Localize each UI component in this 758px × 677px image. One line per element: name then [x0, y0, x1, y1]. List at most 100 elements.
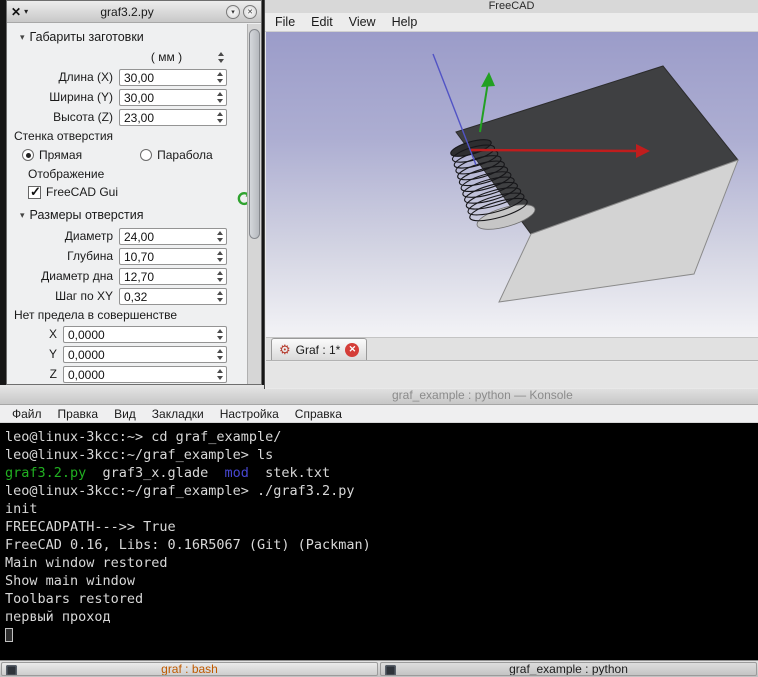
konsole-menu-bookmarks[interactable]: Закладки: [144, 407, 212, 421]
freecad-menu-edit[interactable]: Edit: [303, 15, 341, 29]
offset-z-spinbox[interactable]: 0,0000: [63, 365, 227, 383]
konsole-menu-view[interactable]: Вид: [106, 407, 144, 421]
offset-y-value[interactable]: 0,0000: [64, 347, 213, 362]
document-tab[interactable]: ⚙ Graf : 1* ✕: [271, 338, 368, 360]
freecad-window: FreeCAD File Edit View Help ⚙ Graf : 1* ✕: [264, 0, 758, 389]
freecad-titlebar[interactable]: FreeCAD: [265, 0, 758, 13]
offset-z-decrement-icon[interactable]: [216, 375, 223, 380]
taskbar-item-graf-bash[interactable]: graf : bash: [1, 662, 378, 676]
3d-viewport[interactable]: [266, 32, 758, 337]
offset-y-decrement-icon[interactable]: [216, 355, 223, 360]
bottom-diameter-spinbox[interactable]: 12,70: [119, 267, 227, 285]
dims-section-header[interactable]: ▾ Габариты заготовки: [7, 27, 247, 47]
xy-step-spin-buttons[interactable]: [213, 289, 226, 304]
radio-straight[interactable]: Прямая: [22, 148, 82, 162]
height-z-spinbox[interactable]: 23,00: [119, 108, 227, 126]
offset-z-row: Z 0,0000: [7, 364, 247, 384]
width-y-spin-buttons[interactable]: [213, 90, 226, 105]
offset-x-decrement-icon[interactable]: [216, 335, 223, 340]
length-x-increment-icon[interactable]: [216, 71, 223, 76]
hole-section-header[interactable]: ▾ Размеры отверстия: [7, 204, 247, 226]
terminal-output[interactable]: leo@linux-3kcc:~> cd graf_example/leo@li…: [0, 423, 758, 660]
freecad-menu-view[interactable]: View: [341, 15, 384, 29]
length-x-decrement-icon[interactable]: [216, 78, 223, 83]
diameter-spinbox[interactable]: 24,00: [119, 227, 227, 245]
height-z-decrement-icon[interactable]: [216, 118, 223, 123]
width-y-value[interactable]: 30,00: [120, 90, 213, 105]
diameter-value[interactable]: 24,00: [120, 229, 213, 244]
terminal-line-4: init: [5, 500, 758, 518]
offset-z-value[interactable]: 0,0000: [64, 367, 213, 382]
radio-parabola-label: Парабола: [157, 148, 213, 162]
length-x-spinbox[interactable]: 30,00: [119, 68, 227, 86]
offset-z-increment-icon[interactable]: [216, 368, 223, 373]
bottom-diameter-spin-buttons[interactable]: [213, 269, 226, 284]
terminal-line-3: leo@linux-3kcc:~/graf_example> ./graf3.2…: [5, 482, 758, 500]
tab-close-icon[interactable]: ✕: [345, 342, 360, 357]
height-z-value[interactable]: 23,00: [120, 110, 213, 125]
height-z-increment-icon[interactable]: [216, 111, 223, 116]
expander-down-icon[interactable]: ▾: [20, 32, 25, 43]
height-z-spin-buttons[interactable]: [213, 110, 226, 125]
radio-parabola[interactable]: Парабола: [140, 148, 213, 162]
depth-spinbox[interactable]: 10,70: [119, 247, 227, 265]
terminal-text-segment: graf3_x.glade: [86, 465, 225, 481]
document-tab-label: Graf : 1*: [295, 342, 341, 357]
terminal-text-segment: FREECADPATH--->> True: [5, 519, 176, 535]
width-y-increment-icon[interactable]: [216, 91, 223, 96]
freecad-menu-file[interactable]: File: [267, 15, 303, 29]
offset-x-value[interactable]: 0,0000: [64, 327, 213, 342]
dialog-scrollbar-thumb[interactable]: [249, 29, 260, 239]
xy-step-increment-icon[interactable]: [216, 290, 223, 295]
units-row: ( мм ): [7, 47, 247, 67]
konsole-menu-edit[interactable]: Правка: [50, 407, 107, 421]
minimize-button[interactable]: ▾: [226, 4, 240, 19]
width-y-spinbox[interactable]: 30,00: [119, 88, 227, 106]
offset-x-spin-buttons[interactable]: [213, 327, 226, 342]
length-x-spin-buttons[interactable]: [213, 70, 226, 85]
xy-step-decrement-icon[interactable]: [216, 297, 223, 302]
width-y-decrement-icon[interactable]: [216, 98, 223, 103]
radio-straight-circle[interactable]: [22, 149, 34, 161]
units-label: ( мм ): [150, 50, 183, 64]
bottom-diameter-increment-icon[interactable]: [216, 270, 223, 275]
xyz-rows: X 0,0000 Y 0,0000 Z 0,0000: [7, 324, 247, 384]
units-spin-buttons[interactable]: [214, 51, 227, 63]
offset-y-spin-buttons[interactable]: [213, 347, 226, 362]
depth-decrement-icon[interactable]: [216, 257, 223, 262]
taskbar-item-graf-example-python[interactable]: graf_example : python: [380, 662, 757, 676]
dialog-scrollbar[interactable]: [247, 24, 261, 384]
xy-step-spinbox[interactable]: 0,32: [119, 287, 227, 305]
dialog-body: ▾ Габариты заготовки ( мм ) Длина (X) 30,…: [7, 24, 247, 384]
terminal-text-segment: mod: [224, 465, 249, 481]
decrement-icon[interactable]: [217, 58, 224, 63]
depth-spin-buttons[interactable]: [213, 249, 226, 264]
length-x-value[interactable]: 30,00: [120, 70, 213, 85]
diameter-increment-icon[interactable]: [216, 230, 223, 235]
freecad-gui-checkbox[interactable]: [28, 184, 41, 200]
radio-parabola-circle[interactable]: [140, 149, 153, 161]
depth-increment-icon[interactable]: [216, 250, 223, 255]
offset-y-increment-icon[interactable]: [216, 348, 223, 353]
xy-step-value[interactable]: 0,32: [120, 289, 213, 304]
bottom-diameter-decrement-icon[interactable]: [216, 277, 223, 282]
depth-value[interactable]: 10,70: [120, 249, 213, 264]
konsole-menu-file[interactable]: Файл: [4, 407, 50, 421]
window-app-icon: ✕: [11, 4, 22, 19]
diameter-decrement-icon[interactable]: [216, 237, 223, 242]
bottom-diameter-value[interactable]: 12,70: [120, 269, 213, 284]
offset-z-spin-buttons[interactable]: [213, 367, 226, 382]
window-menu-arrow-icon[interactable]: ▾: [24, 7, 28, 16]
increment-icon[interactable]: [217, 51, 224, 56]
konsole-menu-help[interactable]: Справка: [287, 407, 350, 421]
expander-down-icon[interactable]: ▾: [20, 210, 25, 221]
offset-y-spinbox[interactable]: 0,0000: [63, 345, 227, 363]
konsole-menu-settings[interactable]: Настройка: [212, 407, 287, 421]
offset-x-spinbox[interactable]: 0,0000: [63, 325, 227, 343]
diameter-spin-buttons[interactable]: [213, 229, 226, 244]
offset-x-increment-icon[interactable]: [216, 328, 223, 333]
freecad-menu-help[interactable]: Help: [384, 15, 426, 29]
close-button[interactable]: ✕: [243, 4, 257, 19]
dialog-titlebar[interactable]: ✕ ▾ graf3.2.py ▾ ✕: [7, 1, 261, 23]
freecad-gui-row[interactable]: FreeCAD Gui: [7, 183, 247, 201]
